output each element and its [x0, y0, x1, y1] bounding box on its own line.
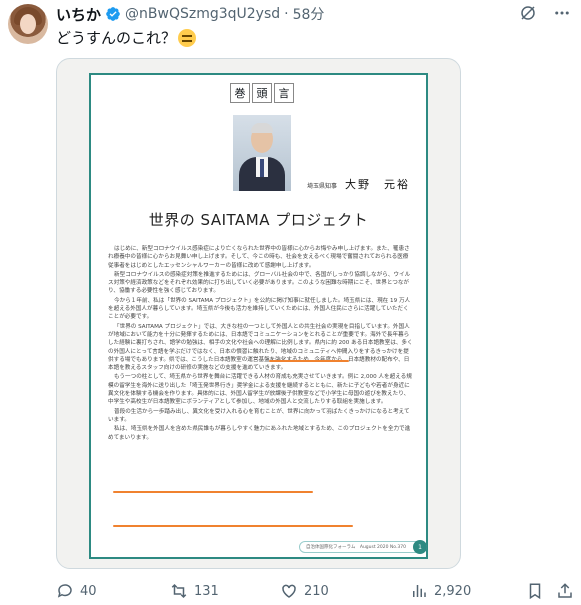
paragraph: 「世界の SAITAMA プロジェクト」では、大きな柱の一つとして外国人との共生… [108, 323, 413, 372]
heading-char: 巻 [230, 83, 250, 103]
paragraph: もう一つの柱として、埼玉県から世界を舞台に活躍できる人材の育成も充実させていきま… [108, 374, 412, 406]
paragraph: 新型コロナウイルスの感染症対策を推進するためには、グローバル社会の中で、各国がし… [108, 271, 411, 295]
share-icon [558, 583, 572, 598]
like-button[interactable]: 210 [280, 582, 329, 600]
paragraph: 今から１年前、私は「世界の SAITAMA プロジェクト」を公約に掲げ知事に就任… [108, 297, 411, 321]
highlight-underline [269, 360, 349, 362]
author-title: 埼玉県知事 [307, 183, 338, 190]
author-byline: 埼玉県知事 大野 元裕 [307, 176, 410, 192]
retweet-icon [171, 583, 187, 599]
heading-char: 言 [274, 83, 294, 103]
page-footer: 自治体国際化フォーラム August 2020 No.370 1 [299, 540, 427, 554]
more-icon[interactable] [553, 4, 571, 22]
heading-char: 頭 [252, 83, 272, 103]
highlight-underline [113, 491, 313, 493]
article-title: 世界の SAITAMA プロジェクト [148, 211, 369, 229]
tweet-text-content: どうすんのこれ？ [56, 29, 177, 47]
footer-text: 自治体国際化フォーラム August 2020 No.370 [306, 545, 406, 550]
views-chart-icon [413, 585, 426, 597]
verified-badge-icon [106, 7, 120, 21]
highlight-underline [113, 525, 353, 527]
separator: · [284, 6, 289, 22]
bookmark-button[interactable] [526, 582, 544, 600]
views-button[interactable]: 2,920 [410, 582, 471, 600]
share-button[interactable] [556, 582, 574, 600]
tweet-text: どうすんのこれ？ [56, 27, 197, 48]
grok-icon[interactable] [519, 4, 537, 22]
handle[interactable]: @nBwQSzmg3qU2ysd [125, 6, 280, 22]
view-count: 2,920 [434, 583, 472, 599]
reply-button[interactable]: 40 [56, 582, 97, 600]
avatar[interactable] [8, 4, 48, 44]
timestamp[interactable]: 58分 [293, 4, 325, 24]
bookmark-icon [529, 583, 541, 600]
paragraph: はじめに、新型コロナウイルス感染症により亡くなられた世界中の皆様に心からお悔やみ… [108, 246, 410, 269]
author-photo [233, 115, 291, 191]
reply-count: 40 [80, 583, 97, 599]
heart-icon [282, 584, 296, 598]
retweet-count: 131 [194, 583, 219, 599]
paragraph: 普段の生活から一歩踏み出し、異文化を受け入れる心を育むことが、世界に向かって羽ば… [108, 408, 410, 423]
document-page: 巻 頭 言 埼玉県知事 大野 元裕 世界の SAITAMA プロジェクト はじめ… [89, 73, 428, 559]
retweet-button[interactable]: 131 [170, 582, 219, 600]
like-count: 210 [304, 583, 329, 599]
tweet-action-bar: 40 131 210 2,920 [56, 580, 574, 602]
author-name: 大野 元裕 [345, 178, 411, 191]
page-number: 1 [413, 540, 427, 554]
tweet-media-image[interactable]: 巻 頭 言 埼玉県知事 大野 元裕 世界の SAITAMA プロジェクト はじめ… [56, 58, 461, 569]
expressionless-face-emoji-icon [178, 28, 197, 47]
article-body: はじめに、新型コロナウイルス感染症により亡くなられた世界中の皆様に心からお悔やみ… [108, 245, 413, 443]
document-heading: 巻 頭 言 [230, 83, 294, 103]
header-actions [519, 4, 571, 22]
display-name[interactable]: いちか [56, 4, 101, 25]
tweet-header: いちか @nBwQSzmg3qU2ysd · 58分 [56, 4, 324, 24]
paragraph: 私は、埼玉県を外国人を含めた県民誰もが暮らしやすく魅力にあふれた地域とするため、… [108, 426, 411, 441]
reply-icon [57, 584, 72, 598]
